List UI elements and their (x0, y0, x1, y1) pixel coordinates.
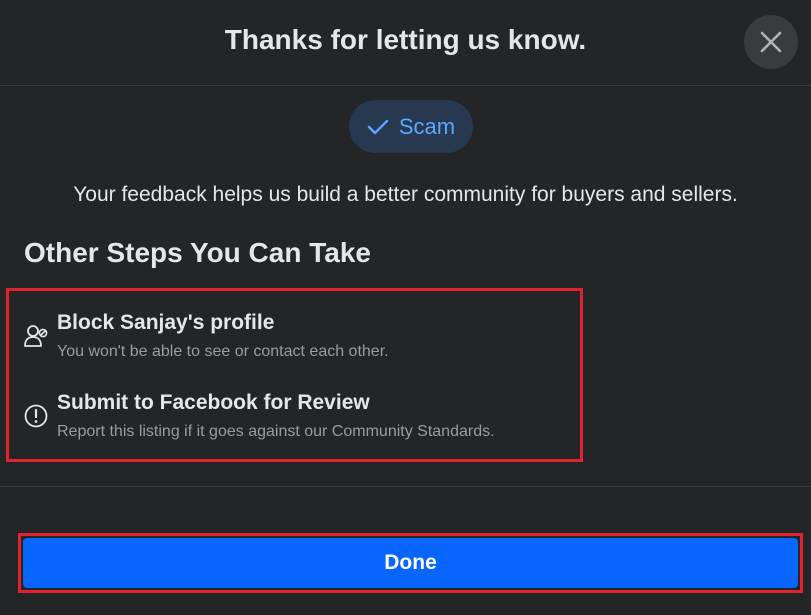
submit-review-option[interactable]: Submit to Facebook for Review Report thi… (9, 385, 580, 455)
report-reason-chip: Scam (349, 100, 473, 153)
block-profile-subtitle: You won't be able to see or contact each… (57, 343, 389, 360)
footer-divider (0, 486, 811, 487)
report-reason-label: Scam (398, 113, 456, 139)
feedback-message: Your feedback helps us build a better co… (73, 183, 738, 206)
exclamation-circle-icon (24, 404, 48, 428)
dialog-title: Thanks for letting us know. (224, 24, 587, 55)
block-profile-title: Block Sanjay's profile (57, 311, 275, 334)
close-button[interactable] (744, 15, 798, 69)
checkmark-icon (367, 119, 389, 134)
done-button-highlight: Done (18, 533, 803, 593)
block-profile-option[interactable]: Block Sanjay's profile You won't be able… (9, 305, 580, 375)
dialog-header: Thanks for letting us know. (0, 0, 811, 86)
submit-review-subtitle: Report this listing if it goes against o… (57, 423, 495, 440)
submit-review-title: Submit to Facebook for Review (57, 391, 370, 414)
other-steps-list: Block Sanjay's profile You won't be able… (6, 288, 583, 462)
close-icon (760, 31, 782, 53)
other-steps-heading: Other Steps You Can Take (24, 237, 371, 268)
done-button[interactable]: Done (23, 538, 798, 588)
block-user-icon (24, 325, 48, 347)
report-confirmation-dialog: Thanks for letting us know. Scam Your fe… (0, 0, 811, 615)
